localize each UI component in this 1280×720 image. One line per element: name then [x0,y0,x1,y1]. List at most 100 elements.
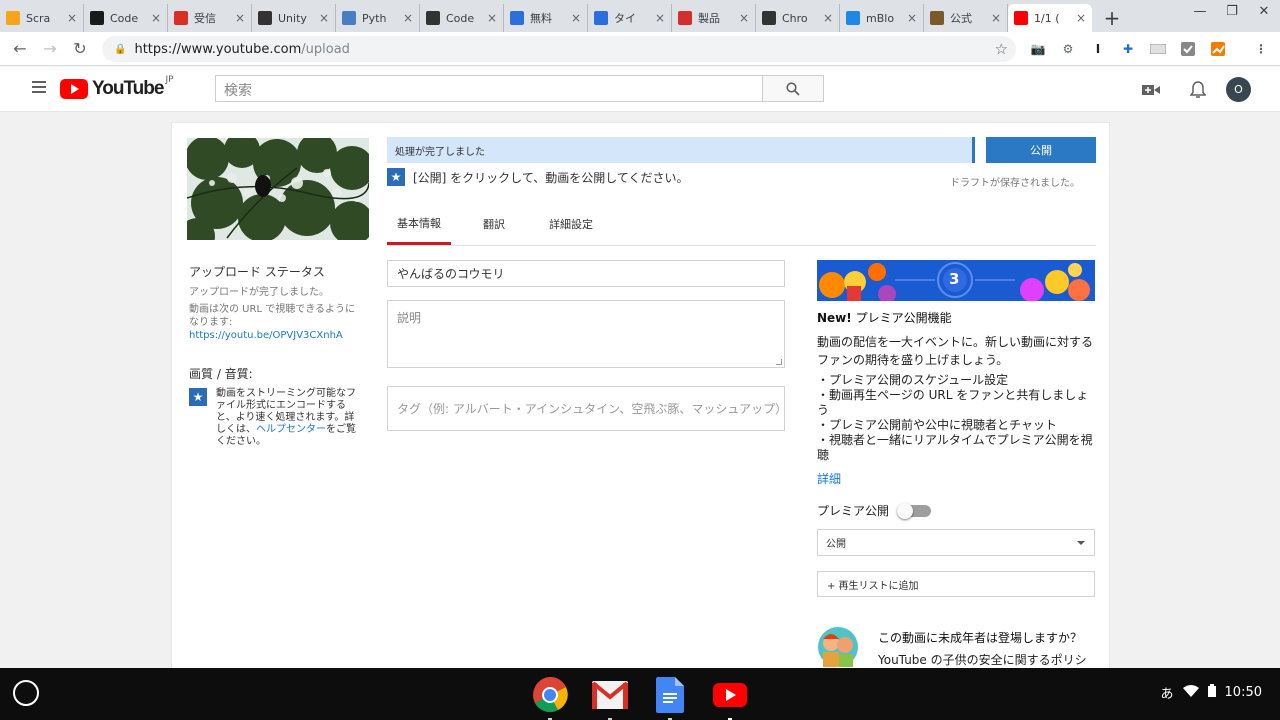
youtube-app-icon[interactable] [711,676,749,720]
chevron-down-icon [1077,541,1085,545]
forward-icon[interactable]: → [36,39,64,58]
browser-tab[interactable]: 製品 × [672,4,756,32]
video-camera-icon[interactable] [1140,79,1162,101]
back-icon[interactable]: ← [6,39,34,58]
list-item: ・動画再生ページの URL をファンと共有しましょう [817,388,1089,417]
chrome-app-icon[interactable] [531,676,569,720]
close-icon[interactable]: × [319,11,329,25]
omnibox[interactable]: 🔒 https://www.youtube.com/upload ☆ [102,36,1016,62]
resize-handle-icon[interactable] [776,359,782,365]
browser-tab-label: mBlo [866,11,895,25]
close-icon[interactable]: × [739,11,749,25]
tags-input[interactable]: タグ（例: アルバート・アインシュタイン、空飛ぶ豚、マッシュアップ） [387,386,785,431]
gmail-app-icon[interactable] [591,676,629,720]
checkbox-extension-icon[interactable] [1179,40,1197,58]
browser-tab[interactable]: 1/1 ( × [1008,4,1092,32]
gear-extension-icon[interactable]: ⚙ [1059,40,1077,58]
puzzle-icon [678,11,692,25]
youtube-wordmark: YouTube [92,78,164,99]
browser-tab[interactable]: 無料 × [504,4,588,32]
browser-tab-label: 1/1 ( [1034,11,1060,25]
search-input[interactable]: 検索 [215,75,763,102]
battery-icon [1207,684,1216,701]
close-icon[interactable]: × [571,11,581,25]
help-center-link[interactable]: ヘルプセンター [256,424,326,435]
premiere-more-link[interactable]: 詳細 [817,470,1095,487]
new-tab-button[interactable]: + [1098,4,1126,32]
browser-tab[interactable]: Unity × [252,4,336,32]
close-window-icon[interactable]: ✕ [1248,4,1280,19]
camera-extension-icon[interactable]: 📷 [1029,40,1047,58]
python-icon [342,11,356,25]
browser-tab[interactable]: タイ × [588,4,672,32]
browser-tab[interactable]: Scra × [0,4,84,32]
hamburger-menu-icon[interactable] [32,81,46,96]
browser-tab[interactable]: 受信 × [168,4,252,32]
close-icon[interactable]: × [991,11,1001,25]
reload-icon[interactable]: ↻ [66,39,94,58]
kids-question: この動画に未成年者は登場しますか？ [878,631,1083,645]
title-input[interactable]: やんばるのコウモリ [387,260,785,287]
youtube-play-logo-icon [60,79,88,99]
screencast-extension-icon[interactable] [1149,40,1167,58]
close-icon[interactable]: × [151,11,161,25]
text-cursor-extension-icon[interactable]: I [1089,40,1107,58]
menu-kebab-icon[interactable]: ⋮ [1252,40,1270,58]
description-textarea[interactable]: 説明 [387,300,785,368]
browser-tab[interactable]: mBlo × [840,4,924,32]
youtube-header: YouTube JP 検索 O [0,67,1280,112]
puzzle-extension-icon[interactable]: ✚ [1119,40,1137,58]
close-icon[interactable]: × [235,11,245,25]
chart-extension-icon[interactable] [1209,40,1227,58]
add-to-playlist-button[interactable]: + 再生リストに追加 [817,571,1095,597]
premiere-countdown-number: 3 [949,270,960,288]
tab-basic-info[interactable]: 基本情報 [387,203,451,245]
stripes-icon [594,11,608,25]
quality-section: 画質 / 音質: ★ 動画をストリーミング可能なファイル形式にエンコードすると、… [189,365,364,448]
restore-icon[interactable]: ❐ [1216,4,1248,19]
bookmark-star-icon[interactable]: ☆ [995,40,1008,58]
video-url-link[interactable]: https://youtu.be/OPVJV3CXnhA [189,329,364,342]
search-button[interactable] [762,75,824,102]
close-icon[interactable]: × [655,11,665,25]
premiere-body: 動画の配信を一大イベントに。新しい動画に対するファンの期待を盛り上げましょう。 [817,335,1094,367]
minimize-icon[interactable]: — [1184,4,1216,19]
premiere-banner: 3 [817,260,1095,301]
close-icon[interactable]: × [823,11,833,25]
video-url-intro: 動画は次の URL で視聴できるようになります: [189,304,355,328]
premiere-toggle-switch[interactable] [897,502,932,519]
browser-tab[interactable]: Pyth × [336,4,420,32]
premiere-title: New! プレミア公開機能 [817,311,952,325]
processing-progress-bar: 処理が完了しました [387,137,975,163]
close-icon[interactable]: × [67,11,77,25]
wifi-icon [1182,684,1199,701]
lock-icon: 🔒 [114,43,127,55]
video-thumbnail [187,138,369,240]
code-grid-icon [90,11,104,25]
visibility-select[interactable]: 公開 [817,529,1095,556]
tab-advanced-settings[interactable]: 詳細設定 [545,203,597,245]
quality-text: 動画をストリーミング可能なファイル形式にエンコードすると、より速く処理されます。… [216,388,356,447]
close-icon[interactable]: × [907,11,917,25]
system-tray[interactable]: あ 10:50 [1152,683,1262,702]
docs-app-icon[interactable] [651,676,689,720]
launcher-icon[interactable] [13,680,39,706]
book-icon [762,11,776,25]
list-item: ・視聴者と一緒にリアルタイムでプレミア公開を視聴 [817,433,1093,462]
close-icon[interactable]: × [487,11,497,25]
browser-tab[interactable]: Code × [420,4,504,32]
star-badge-icon: ★ [387,168,405,186]
browser-tab[interactable]: Chro × [756,4,840,32]
close-icon[interactable]: × [403,11,413,25]
youtube-logo[interactable]: YouTube JP [60,75,174,100]
browser-tab[interactable]: Code × [84,4,168,32]
kids-icon [818,627,858,667]
premiere-bullets: ・プレミア公開のスケジュール設定 ・動画再生ページの URL をファンと共有しま… [817,373,1095,463]
account-avatar[interactable]: O [1226,77,1251,102]
publish-button[interactable]: 公開 [986,137,1096,163]
notification-bell-icon[interactable] [1187,79,1209,101]
publish-hint: ★ [公開] をクリックして、動画を公開してください。 [387,168,689,186]
tab-translation[interactable]: 翻訳 [475,203,513,245]
browser-tab[interactable]: 公式 × [924,4,1008,32]
close-icon[interactable]: × [1076,11,1086,25]
